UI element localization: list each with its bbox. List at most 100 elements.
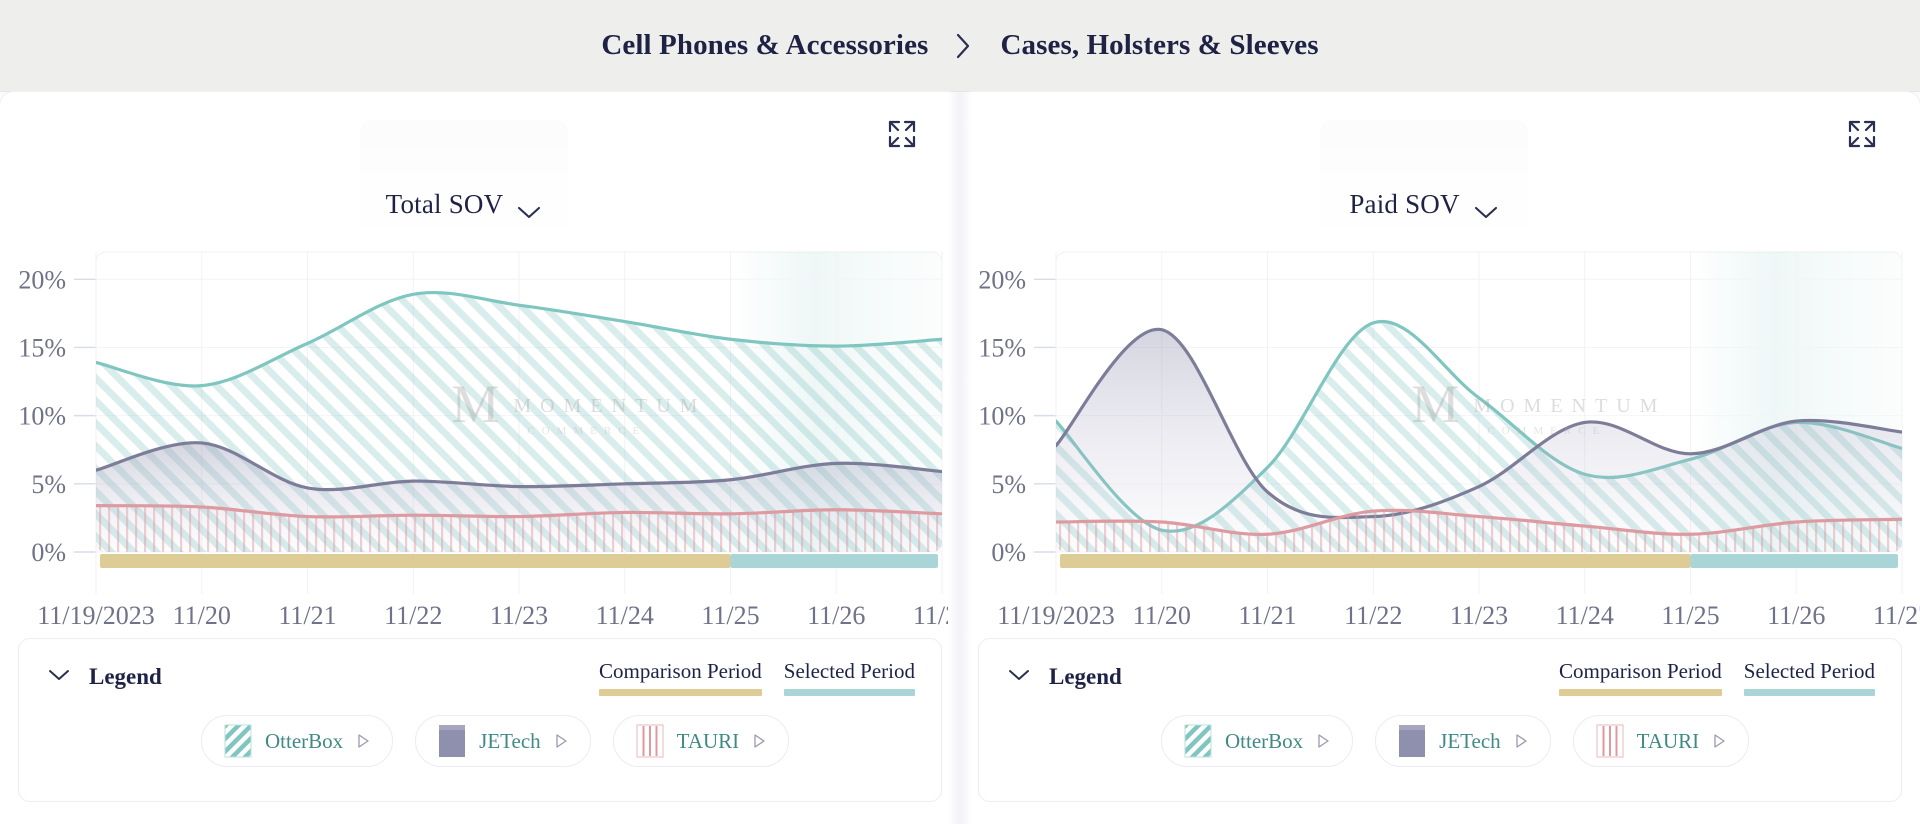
svg-text:COMMERCE: COMMERCE xyxy=(527,425,646,437)
period-key-label: Comparison Period xyxy=(599,659,762,689)
play-triangle-icon xyxy=(356,733,370,749)
legend-header: Legend Comparison Period Selected Period xyxy=(979,639,1901,715)
legend-chip-label: JETech xyxy=(1439,729,1501,754)
chart-paid-sov[interactable]: 0% 5% 10% 15% 20% M MOMENTUM COMMERCE 11/19/2023… xyxy=(960,242,1920,662)
metric-dropdown-total-sov[interactable]: Total SOV xyxy=(360,120,568,242)
play-triangle-icon xyxy=(1514,733,1528,749)
chevron-down-icon xyxy=(1473,204,1499,220)
legend-chip-jetech[interactable]: JETech xyxy=(1375,715,1551,767)
svg-text:11/23: 11/23 xyxy=(1450,601,1508,630)
svg-text:11/24: 11/24 xyxy=(596,601,654,630)
legend-header: Legend Comparison Period Selected Period xyxy=(19,639,941,715)
period-keys: Comparison Period Selected Period xyxy=(1559,659,1875,696)
breadcrumb-item-category[interactable]: Cell Phones & Accessories xyxy=(601,29,928,62)
svg-text:11/21: 11/21 xyxy=(278,601,336,630)
play-triangle-icon xyxy=(752,733,766,749)
svg-text:0%: 0% xyxy=(31,538,66,567)
period-key-label: Selected Period xyxy=(784,659,915,689)
legend-chip-jetech[interactable]: JETech xyxy=(415,715,591,767)
period-key-selected[interactable]: Selected Period xyxy=(1744,659,1875,696)
legend-title: Legend xyxy=(89,664,162,690)
svg-text:0%: 0% xyxy=(991,538,1026,567)
svg-text:11/25: 11/25 xyxy=(1661,601,1719,630)
metric-dropdown-label: Total SOV xyxy=(386,189,504,220)
svg-text:11/20: 11/20 xyxy=(173,601,231,630)
panel-divider xyxy=(948,92,972,824)
svg-text:M: M xyxy=(1411,374,1459,434)
svg-text:MOMENTUM: MOMENTUM xyxy=(513,395,706,417)
swatch-vertical-stripes-icon xyxy=(1596,724,1624,758)
period-key-comparison[interactable]: Comparison Period xyxy=(599,659,762,696)
swatch-diagonal-stripes-icon xyxy=(1184,724,1212,758)
svg-text:15%: 15% xyxy=(18,333,66,362)
expand-icon[interactable] xyxy=(1846,118,1878,150)
legend-chip-label: OtterBox xyxy=(1225,729,1303,754)
chevron-down-icon xyxy=(1007,667,1031,687)
svg-text:11/20: 11/20 xyxy=(1133,601,1191,630)
svg-text:M: M xyxy=(451,374,499,434)
chart-total-sov[interactable]: 0%5%10%15%20%MMOMENTUMCOMMERCE11/19/2023… xyxy=(0,242,960,662)
period-key-swatch xyxy=(599,689,762,696)
period-key-selected[interactable]: Selected Period xyxy=(784,659,915,696)
svg-text:11/19/2023: 11/19/2023 xyxy=(37,601,154,630)
swatch-solid-icon xyxy=(438,724,466,758)
legend-panel-total-sov: Legend Comparison Period Selected Period xyxy=(18,638,942,802)
svg-text:11/19/2023: 11/19/2023 xyxy=(997,601,1114,630)
svg-text:MOMENTUM: MOMENTUM xyxy=(1473,395,1666,417)
period-key-swatch xyxy=(1559,689,1722,696)
chart-panels: Total SOV xyxy=(0,92,1920,824)
svg-text:10%: 10% xyxy=(978,402,1026,431)
swatch-vertical-stripes-icon xyxy=(636,724,664,758)
legend-chip-tauri[interactable]: TAURI xyxy=(613,715,789,767)
legend-chip-label: TAURI xyxy=(677,729,739,754)
swatch-solid-icon xyxy=(1398,724,1426,758)
svg-text:11/25: 11/25 xyxy=(701,601,759,630)
period-key-label: Comparison Period xyxy=(1559,659,1722,689)
svg-text:15%: 15% xyxy=(978,333,1026,362)
panel-paid-sov: Paid SOV xyxy=(960,92,1920,824)
chevron-down-icon xyxy=(516,204,542,220)
svg-text:20%: 20% xyxy=(978,265,1026,294)
period-key-swatch xyxy=(784,689,915,696)
panel-header: Paid SOV xyxy=(960,92,1920,242)
period-key-swatch xyxy=(1744,689,1875,696)
legend-chip-tauri[interactable]: TAURI xyxy=(1573,715,1749,767)
legend-brand-chips: OtterBox JETech xyxy=(19,715,941,767)
metric-dropdown-paid-sov[interactable]: Paid SOV xyxy=(1320,120,1528,242)
svg-text:10%: 10% xyxy=(18,402,66,431)
legend-brand-chips: OtterBox JETech xyxy=(979,715,1901,767)
play-triangle-icon xyxy=(554,733,568,749)
svg-text:11/22: 11/22 xyxy=(384,601,442,630)
legend-chip-label: JETech xyxy=(479,729,541,754)
chevron-right-icon xyxy=(954,32,974,60)
svg-text:5%: 5% xyxy=(991,470,1026,499)
legend-collapse-toggle[interactable]: Legend xyxy=(1007,664,1122,690)
legend-title: Legend xyxy=(1049,664,1122,690)
svg-text:5%: 5% xyxy=(31,470,66,499)
svg-text:11/22: 11/22 xyxy=(1344,601,1402,630)
legend-chip-label: OtterBox xyxy=(265,729,343,754)
period-key-comparison[interactable]: Comparison Period xyxy=(1559,659,1722,696)
legend-collapse-toggle[interactable]: Legend xyxy=(47,664,162,690)
svg-text:11/21: 11/21 xyxy=(1238,601,1296,630)
play-triangle-icon xyxy=(1712,733,1726,749)
metric-dropdown-label: Paid SOV xyxy=(1349,189,1459,220)
panel-total-sov: Total SOV xyxy=(0,92,960,824)
play-triangle-icon xyxy=(1316,733,1330,749)
expand-icon[interactable] xyxy=(886,118,918,150)
breadcrumb-item-subcategory[interactable]: Cases, Holsters & Sleeves xyxy=(1000,29,1318,62)
svg-text:11/27: 11/27 xyxy=(1873,601,1920,630)
svg-text:11/26: 11/26 xyxy=(1767,601,1825,630)
legend-chip-label: TAURI xyxy=(1637,729,1699,754)
period-key-label: Selected Period xyxy=(1744,659,1875,689)
svg-text:COMMERCE: COMMERCE xyxy=(1487,425,1606,437)
svg-text:11/24: 11/24 xyxy=(1556,601,1614,630)
chevron-down-icon xyxy=(47,667,71,687)
legend-chip-otterbox[interactable]: OtterBox xyxy=(201,715,393,767)
legend-panel-paid-sov: Legend Comparison Period Selected Period xyxy=(978,638,1902,802)
legend-chip-otterbox[interactable]: OtterBox xyxy=(1161,715,1353,767)
period-keys: Comparison Period Selected Period xyxy=(599,659,915,696)
panel-header: Total SOV xyxy=(0,92,960,242)
swatch-diagonal-stripes-icon xyxy=(224,724,252,758)
svg-text:11/26: 11/26 xyxy=(807,601,865,630)
